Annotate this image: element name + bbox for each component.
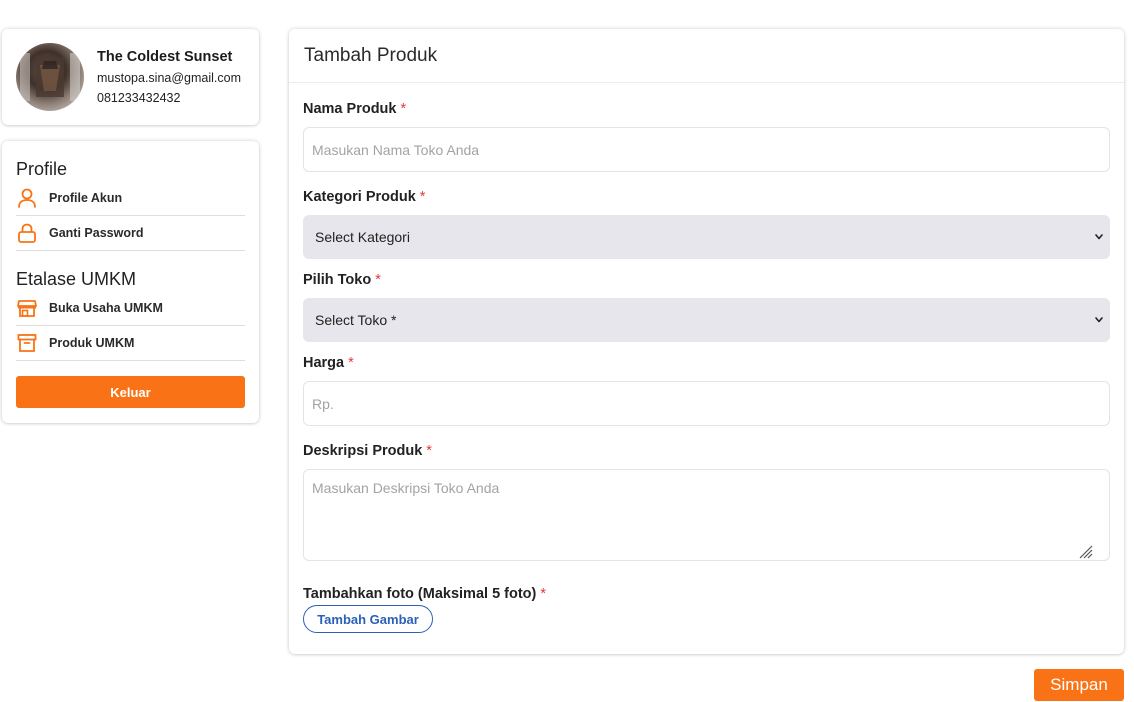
chevron-down-icon bbox=[1094, 230, 1104, 244]
kategori-select[interactable]: Select Kategori bbox=[303, 215, 1110, 259]
harga-input[interactable] bbox=[303, 381, 1110, 426]
section-title-etalase: Etalase UMKM bbox=[16, 269, 137, 289]
sidebar-item-buka-usaha[interactable]: Buka Usaha UMKM bbox=[16, 291, 245, 326]
chevron-down-icon bbox=[1094, 313, 1104, 327]
label-text: Harga bbox=[303, 355, 345, 371]
label-text: Pilih Toko bbox=[303, 272, 372, 288]
label-text: Deskripsi Produk bbox=[303, 443, 423, 459]
user-icon bbox=[16, 188, 38, 208]
user-phone: 081233432432 bbox=[97, 91, 181, 105]
required-mark: * bbox=[540, 586, 547, 602]
sidebar-item-label: Produk UMKM bbox=[49, 336, 135, 350]
user-name: The Coldest Sunset bbox=[97, 49, 233, 65]
lock-icon bbox=[16, 223, 38, 243]
label-text: Nama Produk bbox=[303, 101, 397, 117]
toko-selected-value: Select Toko * bbox=[315, 312, 397, 328]
form-header: Tambah Produk bbox=[289, 29, 1124, 83]
avatar-image bbox=[20, 53, 80, 101]
page-title: Tambah Produk bbox=[304, 45, 438, 66]
kategori-produk-label: Kategori Produk * bbox=[303, 189, 425, 205]
sidebar-item-label: Ganti Password bbox=[49, 226, 144, 240]
nama-produk-input[interactable] bbox=[303, 127, 1110, 172]
harga-label: Harga * bbox=[303, 355, 354, 371]
sidebar-item-label: Buka Usaha UMKM bbox=[49, 301, 163, 315]
sidebar-item-profile-akun[interactable]: Profile Akun bbox=[16, 181, 245, 216]
logout-button[interactable]: Keluar bbox=[16, 376, 245, 408]
archive-icon bbox=[16, 333, 38, 353]
sidebar-item-label: Profile Akun bbox=[49, 191, 123, 205]
deskripsi-textarea[interactable] bbox=[303, 469, 1110, 561]
foto-label: Tambahkan foto (Maksimal 5 foto) * bbox=[303, 586, 546, 602]
user-email: mustopa.sina@gmail.com bbox=[97, 71, 241, 85]
deskripsi-produk-label: Deskripsi Produk * bbox=[303, 443, 432, 459]
store-icon bbox=[16, 298, 38, 318]
avatar bbox=[16, 43, 84, 111]
required-mark: * bbox=[375, 272, 381, 288]
required-mark: * bbox=[426, 443, 432, 459]
sidebar-item-produk-umkm[interactable]: Produk UMKM bbox=[16, 326, 245, 361]
add-product-form: Tambah Produk Nama Produk* Kategori Prod… bbox=[289, 29, 1124, 654]
required-mark: * bbox=[400, 101, 407, 117]
save-button[interactable]: Simpan bbox=[1034, 669, 1124, 701]
resize-grip-icon[interactable] bbox=[1077, 543, 1093, 559]
nama-produk-label: Nama Produk * bbox=[303, 101, 406, 117]
required-mark: * bbox=[348, 355, 354, 371]
sidebar-menu: Profile Profile Akun Ganti Password Etal… bbox=[2, 141, 259, 423]
kategori-selected-value: Select Kategori bbox=[315, 229, 410, 245]
user-card: The Coldest Sunset mustopa.sina@gmail.co… bbox=[2, 29, 259, 125]
required-mark: * bbox=[419, 189, 426, 205]
sidebar-item-ganti-password[interactable]: Ganti Password bbox=[16, 216, 245, 251]
label-text: Kategori Produk bbox=[303, 189, 416, 205]
pilih-toko-label: Pilih Toko * bbox=[303, 272, 381, 288]
section-title-profile: Profile bbox=[16, 159, 68, 179]
toko-select[interactable]: Select Toko * bbox=[303, 298, 1110, 342]
add-image-button[interactable]: Tambah Gambar bbox=[303, 605, 433, 633]
label-text: Tambahkan foto (Maksimal 5 foto) bbox=[303, 586, 537, 602]
